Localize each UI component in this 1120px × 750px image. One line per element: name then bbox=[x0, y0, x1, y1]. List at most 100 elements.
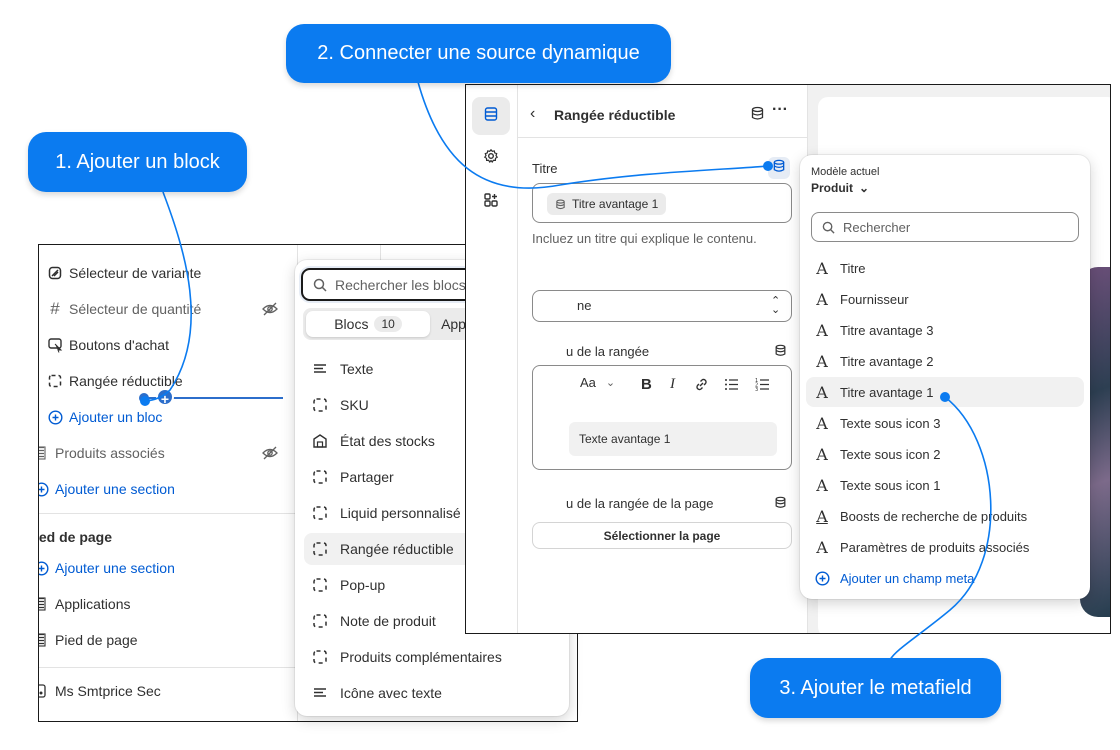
option-label: Note de produit bbox=[340, 613, 436, 629]
numbered-list-icon[interactable]: 123 bbox=[755, 377, 770, 397]
footer-group-header: ied de page bbox=[38, 525, 113, 549]
source-option-icon-text-1[interactable]: A Texte sous icon 1 bbox=[806, 470, 1084, 500]
app-embed-ms-smtprice[interactable]: Ms Smtprice Sec bbox=[39, 679, 161, 703]
title-field-label: Titre bbox=[532, 161, 558, 176]
gear-icon bbox=[483, 148, 499, 169]
add-block-label: Ajouter un bloc bbox=[69, 409, 163, 425]
text-type-icon: A bbox=[816, 444, 828, 464]
model-dropdown[interactable]: Produit ⌄ bbox=[811, 181, 869, 195]
link-icon[interactable] bbox=[694, 377, 709, 397]
chip-label: Titre avantage 1 bbox=[572, 197, 659, 211]
settings-rail-button[interactable] bbox=[472, 139, 510, 177]
header-divider bbox=[518, 137, 808, 138]
apps-rail-button[interactable] bbox=[472, 183, 510, 221]
search-placeholder: Rechercher les blocs bbox=[335, 276, 466, 293]
source-option-title[interactable]: A Titre bbox=[806, 253, 1084, 283]
content-field-label: u de la rangée bbox=[566, 344, 650, 359]
text-style-dropdown[interactable]: Aa bbox=[580, 375, 596, 390]
source-option-benefit-title-2[interactable]: A Titre avantage 2 bbox=[806, 346, 1084, 376]
option-label: Icône avec texte bbox=[340, 685, 442, 701]
select-page-button[interactable]: Sélectionner la page bbox=[532, 522, 792, 549]
callout-text: 3. Ajouter le metafield bbox=[779, 676, 972, 699]
group-divider bbox=[39, 513, 297, 514]
source-option-vendor[interactable]: A Fournisseur bbox=[806, 284, 1084, 314]
text-type-icon: A bbox=[816, 258, 828, 278]
bullet-list-icon[interactable] bbox=[724, 377, 739, 397]
callout-step-1: 1. Ajouter un block bbox=[28, 132, 247, 192]
dynamic-source-popover: Modèle actuel Produit ⌄ Rechercher A Titr… bbox=[800, 155, 1090, 599]
block-settings-title: Rangée réductible bbox=[554, 107, 676, 123]
block-quantity-selector[interactable]: # Sélecteur de quantité bbox=[47, 297, 201, 321]
metafield-search-input[interactable]: Rechercher bbox=[811, 212, 1079, 242]
group-divider bbox=[39, 667, 297, 668]
dynamic-source-chip[interactable]: Titre avantage 1 bbox=[547, 193, 667, 215]
icon-select[interactable]: ne ⌃ ⌄ bbox=[532, 290, 792, 322]
option-label: Titre avantage 2 bbox=[840, 353, 934, 369]
source-option-benefit-title-1[interactable]: A Titre avantage 1 bbox=[806, 377, 1084, 407]
option-label: Ajouter un champ meta bbox=[840, 570, 975, 586]
dashed-square-icon bbox=[47, 373, 63, 389]
source-option-icon-text-3[interactable]: A Texte sous icon 3 bbox=[806, 408, 1084, 438]
callout-text: 1. Ajouter un block bbox=[55, 150, 220, 173]
title-field[interactable]: Titre avantage 1 bbox=[532, 183, 792, 223]
section-footer[interactable]: Pied de page bbox=[39, 628, 138, 652]
block-variant-selector[interactable]: Sélecteur de variante bbox=[47, 261, 201, 285]
richtext-editor[interactable]: Aa ⌄ B I 123 Texte avantage 1 bbox=[532, 365, 792, 470]
search-icon bbox=[822, 221, 835, 234]
add-block-button[interactable]: Ajouter un bloc bbox=[47, 405, 162, 429]
option-label: Texte sous icon 2 bbox=[840, 446, 941, 462]
text-type-icon: A bbox=[816, 382, 828, 402]
tab-blocs[interactable]: Blocs 10 bbox=[306, 311, 430, 337]
add-section-button[interactable]: Ajouter une section bbox=[39, 477, 175, 501]
variant-selector-icon bbox=[47, 265, 63, 281]
add-section-button[interactable]: Ajouter une section bbox=[39, 556, 175, 580]
option-label: Partager bbox=[340, 469, 394, 485]
block-option-icon-with-text[interactable]: Icône avec texte bbox=[304, 677, 558, 709]
back-chevron-icon[interactable]: ‹ bbox=[530, 105, 535, 123]
block-option-complementary-products[interactable]: Produits complémentaires bbox=[304, 641, 558, 673]
option-label: Fournisseur bbox=[840, 291, 909, 307]
button-label: Sélectionner la page bbox=[603, 528, 721, 543]
connect-dynamic-source-button[interactable] bbox=[768, 157, 790, 179]
block-label: Rangée réductible bbox=[69, 373, 183, 389]
source-option-benefit-title-3[interactable]: A Titre avantage 3 bbox=[806, 315, 1084, 345]
sections-rail-button[interactable] bbox=[472, 97, 510, 135]
text-type-icon: A bbox=[816, 537, 828, 557]
warehouse-icon bbox=[312, 433, 328, 449]
text-type-icon: A bbox=[816, 413, 828, 433]
more-options-icon[interactable]: ··· bbox=[772, 101, 788, 119]
section-icon bbox=[39, 596, 49, 612]
option-label: Texte sous icon 3 bbox=[840, 415, 941, 431]
section-icon bbox=[39, 445, 49, 461]
block-buy-buttons[interactable]: Boutons d'achat bbox=[47, 333, 169, 357]
section-applications[interactable]: Applications bbox=[39, 592, 131, 616]
source-option-search-boosts[interactable]: A Boosts de recherche de produits bbox=[806, 501, 1084, 531]
database-icon[interactable] bbox=[750, 106, 765, 126]
insert-plus-button[interactable]: + bbox=[156, 388, 174, 407]
database-icon bbox=[555, 199, 566, 210]
option-label: Titre avantage 1 bbox=[840, 384, 934, 400]
add-meta-field-button[interactable]: Ajouter un champ meta bbox=[806, 563, 1084, 593]
dashed-square-icon bbox=[312, 577, 328, 593]
source-option-icon-text-2[interactable]: A Texte sous icon 2 bbox=[806, 439, 1084, 469]
plus-circle-icon bbox=[39, 481, 49, 497]
text-type-icon: A bbox=[816, 320, 828, 340]
option-label: Produits complémentaires bbox=[340, 649, 502, 665]
italic-icon[interactable]: I bbox=[670, 376, 675, 393]
database-icon[interactable] bbox=[774, 344, 787, 362]
section-related-products[interactable]: Produits associés bbox=[39, 441, 165, 465]
eye-hidden-icon[interactable] bbox=[261, 300, 279, 318]
option-label: Boosts de recherche de produits bbox=[840, 508, 1028, 524]
plus-circle-icon bbox=[39, 560, 49, 576]
section-label: Pied de page bbox=[55, 632, 138, 648]
eye-hidden-icon[interactable] bbox=[261, 444, 279, 462]
database-icon[interactable] bbox=[774, 496, 787, 514]
select-chevron-icon: ⌃ ⌄ bbox=[771, 295, 781, 316]
group-title: ied de page bbox=[38, 529, 113, 545]
bold-icon[interactable]: B bbox=[641, 376, 652, 393]
count-badge: 10 bbox=[374, 316, 402, 332]
content-chip[interactable]: Texte avantage 1 bbox=[569, 422, 777, 456]
callout-step-2: 2. Connecter une source dynamique bbox=[286, 24, 671, 83]
text-lines-icon bbox=[312, 685, 328, 701]
source-option-related-products-settings[interactable]: A Paramètres de produits associés bbox=[806, 532, 1084, 562]
